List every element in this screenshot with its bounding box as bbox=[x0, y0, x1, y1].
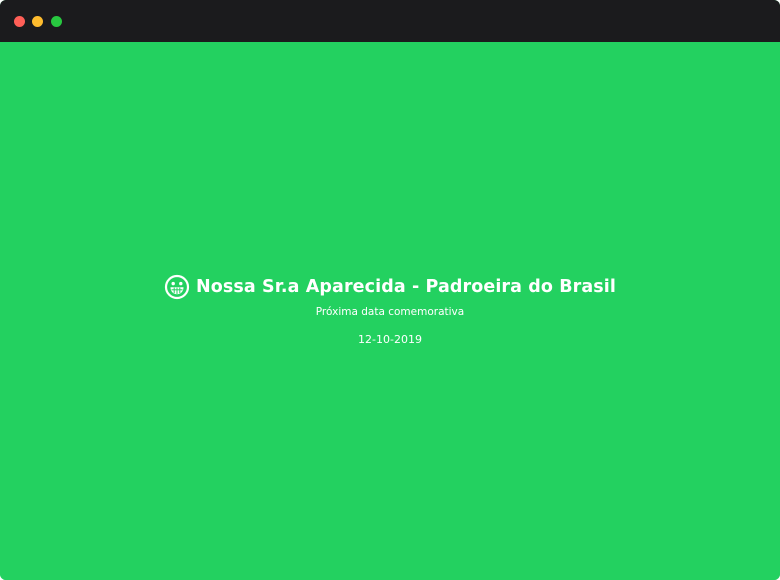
holiday-info: Nossa Sr.a Aparecida - Padroeira do Bras… bbox=[0, 272, 780, 346]
title-bar bbox=[0, 0, 780, 42]
title-row: Nossa Sr.a Aparecida - Padroeira do Bras… bbox=[0, 272, 780, 302]
close-window-button[interactable] bbox=[14, 16, 25, 27]
next-date-label: Próxima data comemorativa bbox=[315, 306, 465, 318]
maximize-window-button[interactable] bbox=[51, 16, 62, 27]
app-window: Nossa Sr.a Aparecida - Padroeira do Bras… bbox=[0, 0, 780, 580]
main-content: Nossa Sr.a Aparecida - Padroeira do Bras… bbox=[0, 42, 780, 580]
grinning-face-icon bbox=[164, 274, 190, 300]
commemorative-date: 12-10-2019 bbox=[358, 333, 422, 346]
page-title: Nossa Sr.a Aparecida - Padroeira do Bras… bbox=[195, 277, 616, 297]
minimize-window-button[interactable] bbox=[32, 16, 43, 27]
